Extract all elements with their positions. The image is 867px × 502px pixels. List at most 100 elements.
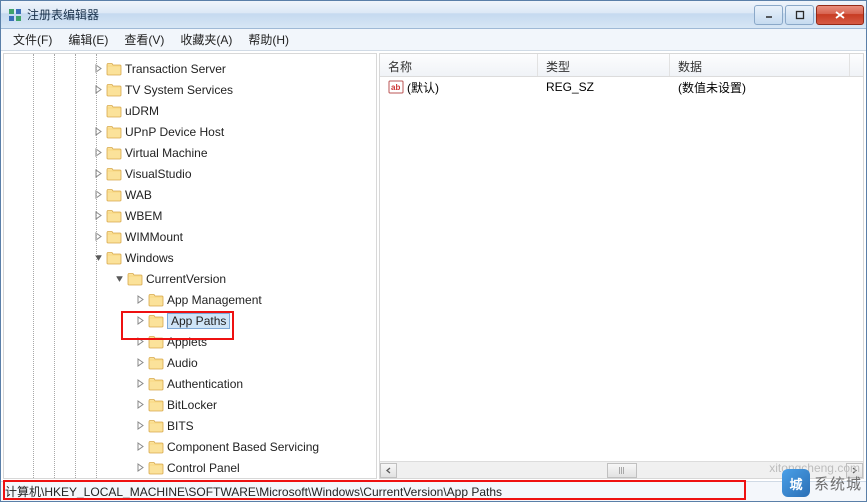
column-type[interactable]: 类型 [538, 54, 670, 76]
expander-closed-icon[interactable] [133, 439, 148, 454]
column-name[interactable]: 名称 [380, 54, 538, 76]
tree-node[interactable]: Audio [4, 352, 376, 373]
tree-node[interactable]: Windows [4, 247, 376, 268]
expander-closed-icon[interactable] [91, 208, 106, 223]
tree-node[interactable]: TV System Services [4, 79, 376, 100]
minimize-button[interactable] [754, 5, 783, 25]
tree-node-label: UPnP Device Host [125, 125, 224, 139]
expander-closed-icon[interactable] [133, 355, 148, 370]
watermark-brand: 系统城 [814, 473, 862, 494]
tree-node[interactable]: Component Based Servicing [4, 436, 376, 457]
expander-closed-icon[interactable] [91, 166, 106, 181]
tree-node[interactable]: Applets [4, 331, 376, 352]
tree-node-label: WIMMount [125, 230, 183, 244]
close-icon [834, 10, 846, 20]
cell-name: (默认) [407, 79, 439, 96]
close-button[interactable] [816, 5, 864, 25]
tree-node[interactable]: App Management [4, 289, 376, 310]
expander-closed-icon[interactable] [91, 187, 106, 202]
expander-closed-icon[interactable] [133, 292, 148, 307]
menubar: 文件(F) 编辑(E) 查看(V) 收藏夹(A) 帮助(H) [1, 29, 866, 51]
tree-node[interactable]: WIMMount [4, 226, 376, 247]
column-data[interactable]: 数据 [670, 54, 850, 76]
list-pane[interactable]: 名称 类型 数据 (默认)REG_SZ(数值未设置) [379, 53, 864, 479]
tree-node-label: Virtual Machine [125, 146, 208, 160]
expander-open-icon[interactable] [91, 250, 106, 265]
expander-closed-icon[interactable] [133, 376, 148, 391]
tree-node-label: TV System Services [125, 83, 233, 97]
tree-node-label: WBEM [125, 209, 162, 223]
folder-icon [106, 146, 122, 160]
tree-node[interactable]: VisualStudio [4, 163, 376, 184]
folder-icon [148, 461, 164, 475]
folder-icon [106, 251, 122, 265]
tree-node[interactable]: BitLocker [4, 394, 376, 415]
tree-node[interactable]: Authentication [4, 373, 376, 394]
statusbar: 计算机\HKEY_LOCAL_MACHINE\SOFTWARE\Microsof… [1, 481, 866, 501]
expander-closed-icon[interactable] [91, 145, 106, 160]
maximize-button[interactable] [785, 5, 814, 25]
cell-type: REG_SZ [542, 80, 674, 94]
folder-icon [148, 293, 164, 307]
tree-node[interactable]: App Paths [4, 310, 376, 331]
menu-view[interactable]: 查看(V) [116, 29, 172, 50]
expander-closed-icon[interactable] [91, 82, 106, 97]
tree-node[interactable]: UPnP Device Host [4, 121, 376, 142]
expander-closed-icon[interactable] [133, 334, 148, 349]
tree-node-label: CurrentVersion [146, 272, 226, 286]
tree-node[interactable]: BITS [4, 415, 376, 436]
tree-node-label: BITS [167, 419, 194, 433]
expander-closed-icon[interactable] [133, 418, 148, 433]
minimize-icon [764, 10, 774, 20]
folder-icon [148, 398, 164, 412]
folder-icon [148, 314, 164, 328]
menu-edit[interactable]: 编辑(E) [60, 29, 116, 50]
expander-closed-icon[interactable] [133, 397, 148, 412]
folder-icon [106, 188, 122, 202]
watermark-icon: 城 [782, 469, 810, 497]
tree-node-label: Transaction Server [125, 62, 226, 76]
tree-node[interactable]: Control Panel [4, 457, 376, 478]
folder-icon [106, 230, 122, 244]
folder-icon [148, 377, 164, 391]
status-path: 计算机\HKEY_LOCAL_MACHINE\SOFTWARE\Microsof… [5, 483, 502, 500]
tree-node[interactable]: uDRM [4, 100, 376, 121]
expander-closed-icon[interactable] [91, 124, 106, 139]
titlebar[interactable]: 注册表编辑器 [1, 1, 866, 29]
tree-node[interactable]: WAB [4, 184, 376, 205]
folder-icon [106, 104, 122, 118]
tree-node[interactable]: CurrentVersion [4, 268, 376, 289]
scroll-thumb[interactable] [607, 463, 637, 478]
tree-node-label: WAB [125, 188, 152, 202]
tree-node[interactable]: WBEM [4, 205, 376, 226]
tree-node-label: VisualStudio [125, 167, 192, 181]
tree-node-label: uDRM [125, 104, 159, 118]
scroll-left-button[interactable] [380, 463, 397, 478]
tree-node[interactable]: Virtual Machine [4, 142, 376, 163]
folder-icon [148, 335, 164, 349]
tree-node[interactable]: Controls Folder [4, 478, 376, 479]
tree-node-label: BitLocker [167, 398, 217, 412]
tree-node-label: Authentication [167, 377, 243, 391]
expander-closed-icon[interactable] [91, 61, 106, 76]
chevron-left-icon [385, 467, 392, 474]
expander-open-icon[interactable] [112, 271, 127, 286]
folder-icon [148, 356, 164, 370]
tree-node-label: Component Based Servicing [167, 440, 319, 454]
menu-file[interactable]: 文件(F) [5, 29, 60, 50]
expander-closed-icon[interactable] [133, 460, 148, 475]
table-row[interactable]: (默认)REG_SZ(数值未设置) [380, 77, 863, 97]
tree-node[interactable]: Transaction Server [4, 58, 376, 79]
expander-none [91, 103, 106, 118]
tree-pane[interactable]: Transaction Server TV System Services uDRM… [3, 53, 377, 479]
expander-closed-icon[interactable] [91, 229, 106, 244]
tree-node-label: App Paths [167, 313, 230, 329]
maximize-icon [795, 10, 805, 20]
folder-icon [106, 62, 122, 76]
expander-closed-icon[interactable] [133, 313, 148, 328]
menu-favorites[interactable]: 收藏夹(A) [172, 29, 240, 50]
reg-string-icon [388, 79, 404, 95]
menu-help[interactable]: 帮助(H) [240, 29, 297, 50]
registry-editor-window: 注册表编辑器 文件(F) 编辑(E) 查看(V) 收藏夹(A) 帮助(H) Tr… [0, 0, 867, 502]
window-title: 注册表编辑器 [27, 6, 752, 23]
